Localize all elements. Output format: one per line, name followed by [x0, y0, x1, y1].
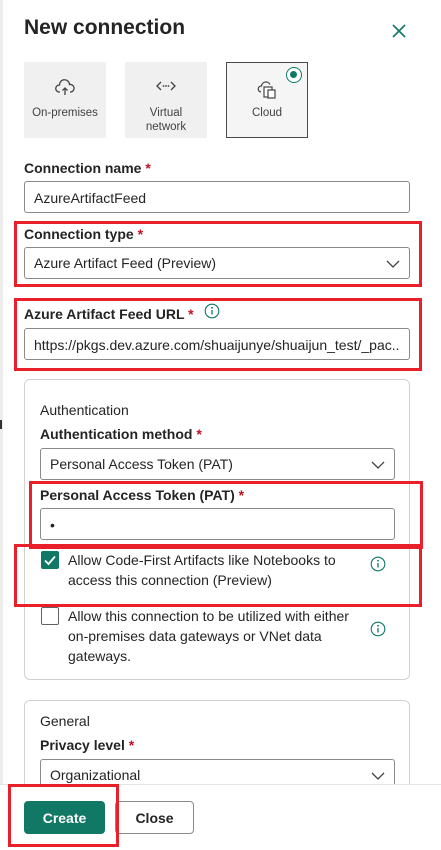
chevron-down-icon: [386, 260, 400, 268]
required-marker: *: [188, 306, 194, 322]
checkmark-icon: [44, 555, 56, 566]
cloud-upload-icon: [55, 79, 75, 95]
tile-label: Virtual network: [145, 107, 187, 133]
connection-type-value: Azure Artifact Feed (Preview): [34, 255, 217, 271]
chevron-down-icon: [371, 772, 385, 780]
connection-type-select[interactable]: Azure Artifact Feed (Preview): [24, 247, 410, 279]
close-button[interactable]: Close: [115, 801, 194, 834]
left-edge-mark: [0, 420, 2, 429]
authentication-method-value: Personal Access Token (PAT): [50, 456, 233, 472]
dialog-title: New connection: [24, 16, 186, 39]
privacy-level-label: Privacy level *: [40, 737, 134, 753]
pat-masked-value: •: [50, 517, 55, 533]
info-icon[interactable]: [370, 621, 386, 637]
chevron-down-icon: [371, 461, 385, 469]
authentication-method-select[interactable]: Personal Access Token (PAT): [40, 448, 395, 480]
connection-type-label-text: Connection type: [24, 226, 134, 242]
authentication-heading: Authentication: [40, 402, 129, 418]
close-icon[interactable]: [388, 20, 410, 42]
info-icon[interactable]: [204, 303, 220, 319]
tile-label: On-premises: [32, 107, 98, 119]
tile-on-premises[interactable]: On-premises: [24, 62, 106, 138]
pat-input[interactable]: •: [40, 508, 395, 540]
feed-url-input[interactable]: https://pkgs.dev.azure.com/shuaijunye/sh…: [24, 328, 410, 360]
authentication-method-label: Authentication method *: [40, 426, 202, 442]
code-dots-icon: [156, 81, 176, 91]
connection-name-label-text: Connection name: [24, 160, 142, 176]
feed-url-label-text: Azure Artifact Feed URL: [24, 306, 185, 322]
cloud-document-icon: [257, 81, 276, 99]
gateways-label: Allow this connection to be utilized wit…: [68, 606, 349, 666]
privacy-level-label-text: Privacy level: [40, 737, 125, 753]
privacy-level-value: Organizational: [50, 767, 141, 783]
general-heading: General: [40, 713, 90, 729]
pat-label: Personal Access Token (PAT) *: [40, 487, 244, 503]
selected-radio-indicator: [286, 67, 302, 83]
code-first-checkbox[interactable]: [41, 551, 59, 569]
connection-type-label: Connection type *: [24, 226, 143, 242]
tile-cloud[interactable]: Cloud: [226, 62, 308, 138]
create-button[interactable]: Create: [24, 801, 105, 834]
code-first-label-line: access this connection (Preview): [68, 572, 272, 588]
gateways-label-line: on-premises data gateways or VNet data: [68, 628, 322, 644]
tile-label: Cloud: [251, 107, 283, 119]
required-marker: *: [196, 426, 202, 442]
gateways-label-line: Allow this connection to be utilized wit…: [68, 608, 349, 624]
feed-url-value: https://pkgs.dev.azure.com/shuaijunye/sh…: [34, 337, 400, 353]
required-marker: *: [128, 737, 135, 753]
code-first-label: Allow Code-First Artifacts like Notebook…: [68, 550, 336, 590]
connection-name-value: AzureArtifactFeed: [34, 190, 147, 206]
info-icon[interactable]: [370, 556, 386, 572]
connection-name-input[interactable]: AzureArtifactFeed: [24, 181, 410, 213]
gateways-checkbox[interactable]: [41, 607, 59, 625]
authentication-method-label-text: Authentication method: [40, 426, 193, 442]
pat-label-text: Personal Access Token (PAT): [40, 487, 235, 503]
required-marker: *: [137, 226, 144, 242]
connection-name-label: Connection name *: [24, 160, 151, 176]
required-marker: *: [238, 487, 245, 503]
required-marker: *: [145, 160, 151, 176]
feed-url-label: Azure Artifact Feed URL *: [24, 306, 194, 322]
tile-virtual-network[interactable]: Virtual network: [125, 62, 207, 138]
code-first-label-line: Allow Code-First Artifacts like Notebook…: [68, 552, 336, 568]
gateways-label-line: gateways.: [68, 648, 132, 664]
